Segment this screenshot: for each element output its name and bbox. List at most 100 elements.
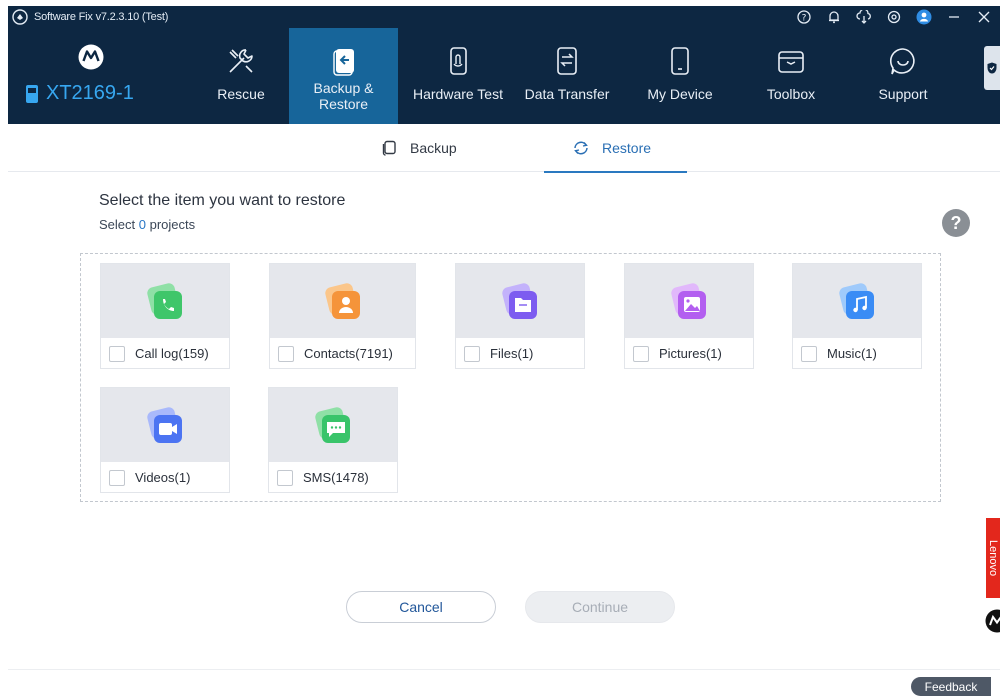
item-checkbox[interactable] — [277, 469, 293, 486]
page-title: Select the item you want to restore — [99, 192, 346, 209]
nav-item-support[interactable]: Support — [854, 28, 952, 124]
svg-text:?: ? — [802, 14, 807, 24]
bell-icon[interactable] — [826, 9, 842, 25]
toolbox-icon — [774, 44, 808, 78]
feedback-button[interactable]: Feedback — [911, 677, 991, 696]
item-row: SMS(1478) — [269, 462, 397, 493]
nav-label: Support — [878, 86, 928, 102]
main-nav: XT2169-1 Rescue Backup & Restore Hardwar… — [8, 28, 1000, 124]
help-circle-icon[interactable]: ? — [796, 9, 812, 25]
app-window: Software Fix v7.2.3.10 (Test) ? XT2169-1… — [0, 0, 1000, 696]
nav-item-hardware-test[interactable]: Hardware Test — [404, 28, 512, 124]
item-checkbox[interactable] — [633, 345, 649, 362]
item-checkbox[interactable] — [109, 469, 125, 486]
nav-label: My Device — [647, 86, 713, 102]
nav-item-toolbox[interactable]: Toolbox — [742, 28, 840, 124]
music-icon — [839, 283, 874, 319]
item-checkbox[interactable] — [109, 345, 125, 362]
files-icon — [502, 283, 537, 319]
item-label: Pictures(1) — [659, 346, 722, 361]
device-name: XT2169-1 — [46, 82, 134, 104]
shield-icon[interactable] — [984, 46, 1000, 90]
item-thumbnail — [625, 264, 753, 338]
settings-icon[interactable] — [886, 9, 902, 25]
item-label: Contacts(7191) — [304, 346, 393, 361]
item-label: Music(1) — [827, 346, 877, 361]
item-row: Contacts(7191) — [270, 338, 415, 369]
videos-icon — [147, 407, 182, 443]
selection-count-value: 0 — [138, 217, 146, 232]
tab-backup[interactable]: Backup — [382, 124, 482, 172]
item-checkbox[interactable] — [464, 345, 480, 362]
item-label: SMS(1478) — [303, 470, 369, 485]
selection-count: Select 0 projects — [99, 217, 195, 232]
contacts-icon — [324, 283, 360, 319]
nav-label: Rescue — [217, 86, 265, 102]
restore-icon — [572, 140, 590, 156]
sms-icon — [315, 407, 350, 443]
nav-item-data-transfer[interactable]: Data Transfer — [516, 28, 618, 124]
item-checkbox[interactable] — [278, 345, 294, 362]
device-icon — [26, 84, 38, 103]
close-icon[interactable] — [976, 9, 992, 25]
item-thumbnail — [793, 264, 921, 338]
item-label: Call log(159) — [135, 346, 209, 361]
item-card-pictures[interactable]: Pictures(1) — [624, 263, 754, 369]
item-card-videos[interactable]: Videos(1) — [100, 387, 230, 493]
selection-prefix: Select — [99, 217, 139, 232]
cloud-download-icon[interactable] — [856, 9, 872, 25]
item-row: Files(1) — [456, 338, 584, 369]
item-card-call-log[interactable]: Call log(159) — [100, 263, 230, 369]
hardware-test-icon — [441, 44, 475, 78]
tools-icon — [224, 44, 258, 78]
lenovo-tab[interactable]: Lenovo — [986, 518, 1000, 598]
nav-label: Hardware Test — [412, 86, 503, 102]
item-row: Pictures(1) — [625, 338, 753, 369]
backup-copy-icon — [382, 140, 398, 156]
item-row: Videos(1) — [101, 462, 229, 493]
cancel-button[interactable]: Cancel — [346, 591, 496, 623]
backup-icon — [327, 44, 361, 78]
motorola-badge-icon — [985, 609, 1000, 633]
item-thumbnail — [270, 264, 415, 338]
item-card-sms[interactable]: SMS(1478) — [268, 387, 398, 493]
call-log-icon — [147, 283, 182, 319]
item-label: Files(1) — [490, 346, 534, 361]
nav-item-my-device[interactable]: My Device — [630, 28, 730, 124]
title-bar: Software Fix v7.2.3.10 (Test) ? — [8, 6, 1000, 28]
item-thumbnail — [269, 388, 397, 462]
nav-label: Toolbox — [766, 86, 816, 102]
item-card-music[interactable]: Music(1) — [792, 263, 922, 369]
app-logo-icon — [12, 9, 28, 25]
item-label: Videos(1) — [135, 470, 191, 485]
help-icon[interactable]: ? — [942, 209, 970, 237]
pictures-icon — [671, 283, 706, 319]
title-bar-controls: ? — [796, 6, 992, 28]
tab-label: Restore — [602, 140, 652, 156]
device-info: XT2169-1 — [26, 82, 134, 105]
item-card-contacts[interactable]: Contacts(7191) — [269, 263, 416, 369]
selection-suffix: projects — [145, 217, 196, 232]
item-card-files[interactable]: Files(1) — [455, 263, 585, 369]
nav-label: Backup & Restore — [313, 80, 374, 112]
restore-items-grid: Call log(159) Contacts(7191) Files(1) Pi… — [80, 253, 941, 502]
data-transfer-icon — [550, 44, 584, 78]
tab-label: Backup — [410, 140, 457, 156]
user-icon[interactable] — [916, 9, 932, 25]
tab-restore[interactable]: Restore — [544, 124, 687, 173]
minimize-icon[interactable] — [946, 9, 962, 25]
sub-tabs: Backup Restore — [8, 124, 1000, 173]
item-thumbnail — [101, 264, 229, 338]
help-glyph: ? — [950, 212, 962, 233]
brand-area: XT2169-1 — [8, 28, 178, 124]
item-checkbox[interactable] — [801, 345, 817, 362]
footer-divider — [8, 669, 1000, 670]
phone-icon — [663, 44, 697, 78]
item-thumbnail — [456, 264, 584, 338]
nav-item-backup-restore[interactable]: Backup & Restore — [289, 28, 398, 124]
nav-item-rescue[interactable]: Rescue — [194, 28, 288, 124]
chat-support-icon — [886, 44, 920, 78]
motorola-logo — [78, 44, 104, 70]
continue-button[interactable]: Continue — [525, 591, 675, 623]
window-title: Software Fix v7.2.3.10 (Test) — [34, 11, 169, 23]
